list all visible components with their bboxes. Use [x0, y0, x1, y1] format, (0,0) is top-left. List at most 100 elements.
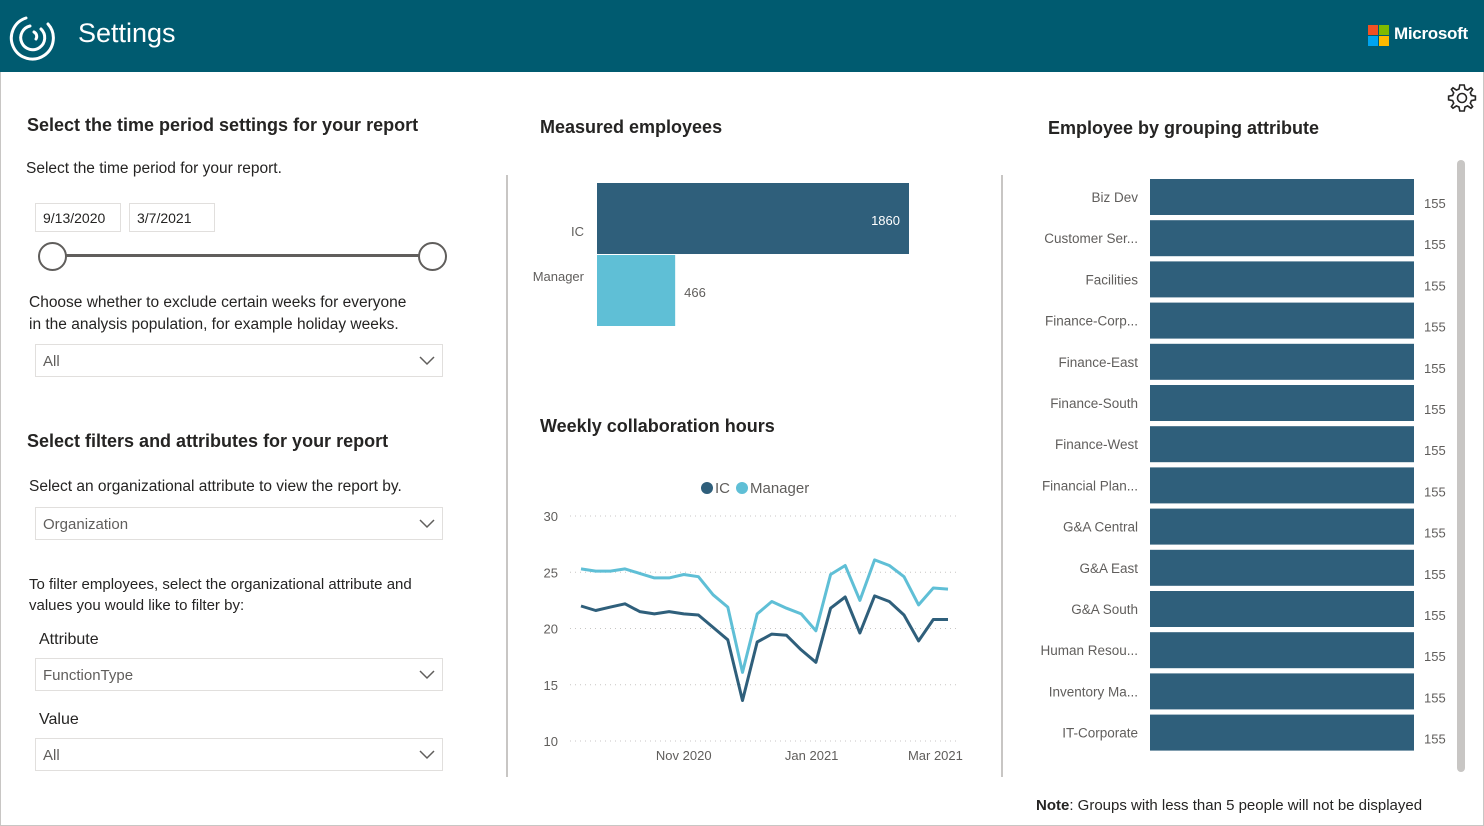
y-tick-label: 25 — [544, 565, 558, 580]
group-category-label: Financial Plan... — [1042, 478, 1138, 493]
chevron-down-icon — [419, 356, 435, 366]
group-bar — [1150, 220, 1414, 257]
measured-category-label: Manager — [533, 269, 585, 284]
footnote: Note: Groups with less than 5 people wil… — [1036, 797, 1422, 814]
group-category-label: Biz Dev — [1091, 190, 1138, 205]
group-value-label: 155 — [1424, 443, 1446, 458]
exclude-weeks-dropdown[interactable]: All — [35, 344, 443, 377]
group-category-label: Inventory Ma... — [1049, 684, 1138, 699]
microsoft-brand-label: Microsoft — [1394, 24, 1468, 43]
collab-hours-title: Weekly collaboration hours — [540, 416, 775, 436]
group-value-label: 155 — [1424, 278, 1446, 293]
exclude-weeks-value: All — [43, 353, 60, 370]
viva-insights-logo-icon — [9, 16, 55, 61]
group-category-label: Finance-South — [1050, 396, 1138, 411]
y-tick-label: 20 — [544, 622, 558, 637]
group-value-label: 155 — [1424, 732, 1446, 747]
measured-employees-title: Measured employees — [540, 117, 723, 137]
group-value-label: 155 — [1424, 484, 1446, 499]
exclude-weeks-text-line2: in the analysis population, for example … — [29, 316, 399, 333]
group-bar — [1150, 426, 1414, 463]
date-range-slider-track[interactable] — [53, 254, 433, 257]
x-tick-label: Nov 2020 — [656, 748, 712, 763]
group-category-label: Finance-Corp... — [1045, 314, 1138, 329]
group-bar — [1150, 467, 1414, 504]
group-value-label: 155 — [1424, 361, 1446, 376]
grouping-chart: Biz Dev 155 Customer Ser... 155 Facilities 15… — [1040, 179, 1446, 751]
grouping-chart-scrollbar[interactable] — [1457, 160, 1465, 772]
x-tick-label: Jan 2021 — [785, 748, 839, 763]
measured-category-label: IC — [571, 224, 584, 239]
group-bar — [1150, 549, 1414, 586]
gear-icon[interactable] — [1446, 82, 1478, 114]
series-line-manager — [580, 558, 949, 674]
chevron-down-icon — [419, 670, 435, 680]
footnote-prefix: Note — [1036, 797, 1070, 814]
divider-left — [506, 175, 508, 777]
time-period-instruction: Select the time period for your report. — [26, 160, 282, 177]
group-bar — [1150, 591, 1414, 627]
legend-marker-manager — [736, 482, 748, 494]
group-value-label: 155 — [1424, 196, 1446, 211]
date-range-end-handle[interactable] — [418, 242, 447, 271]
attribute-label: Attribute — [39, 631, 99, 648]
group-category-label: G&A East — [1079, 561, 1138, 576]
group-value-label: 155 — [1424, 649, 1446, 664]
legend-label-manager: Manager — [750, 480, 809, 497]
measured-employees-chart: IC 1860 Manager 466 — [533, 183, 909, 326]
time-period-heading: Select the time period settings for your… — [27, 115, 419, 135]
group-category-label: Facilities — [1085, 272, 1138, 287]
group-bar — [1150, 343, 1414, 380]
attribute-value: FunctionType — [43, 667, 134, 684]
group-category-label: Human Resou... — [1040, 643, 1138, 658]
group-value-label: 155 — [1424, 320, 1446, 335]
y-tick-label: 30 — [544, 509, 558, 524]
org-attribute-dropdown[interactable]: Organization — [35, 507, 443, 540]
series-line-ic — [580, 594, 948, 702]
value-dropdown[interactable]: All — [35, 738, 443, 771]
group-category-label: IT-Corporate — [1062, 726, 1138, 741]
microsoft-logo-icon — [1368, 25, 1389, 46]
group-category-label: Finance-East — [1058, 355, 1138, 370]
collab-hours-chart: 30 25 20 15 10 Nov 2020 Jan 2021 Mar 2021 IC Mana… — [544, 480, 963, 763]
start-date-input[interactable]: 9/13/2020 — [35, 203, 121, 232]
group-category-label: G&A South — [1071, 602, 1138, 617]
group-bar — [1150, 179, 1414, 215]
group-bar — [1150, 632, 1414, 669]
grouping-chart-title: Employee by grouping attribute — [1048, 118, 1320, 138]
measured-bar-manager — [597, 255, 676, 326]
value-value: All — [43, 747, 60, 764]
group-category-label: Customer Ser... — [1044, 231, 1138, 246]
app-header: Settings Microsoft — [0, 0, 1484, 72]
filters-heading: Select filters and attributes for your r… — [27, 431, 389, 451]
group-bar — [1150, 714, 1414, 751]
chevron-down-icon — [419, 750, 435, 760]
end-date-input[interactable]: 3/7/2021 — [129, 203, 215, 232]
y-tick-label: 15 — [544, 678, 558, 693]
group-bar — [1150, 508, 1414, 545]
org-attribute-value: Organization — [43, 516, 129, 533]
legend-label-ic: IC — [715, 480, 730, 497]
measured-bar-ic — [597, 183, 909, 254]
measured-value-label: 1860 — [871, 213, 900, 228]
group-category-label: Finance-West — [1055, 437, 1138, 452]
x-tick-label: Mar 2021 — [908, 748, 963, 763]
filter-instruction-line2: values you would like to filter by: — [29, 597, 245, 614]
chevron-down-icon — [419, 519, 435, 529]
group-value-label: 155 — [1424, 526, 1446, 541]
legend-marker-ic — [701, 482, 713, 494]
group-value-label: 155 — [1424, 402, 1446, 417]
footnote-text: : Groups with less than 5 people will no… — [1069, 797, 1423, 814]
date-range-start-handle[interactable] — [38, 242, 67, 271]
value-label: Value — [39, 711, 79, 728]
attribute-dropdown[interactable]: FunctionType — [35, 658, 443, 691]
divider-right — [1001, 175, 1003, 777]
page-title: Settings — [78, 18, 176, 48]
group-value-label: 155 — [1424, 608, 1446, 623]
group-category-label: G&A Central — [1063, 520, 1138, 535]
group-value-label: 155 — [1424, 567, 1446, 582]
measured-value-label: 466 — [684, 285, 706, 300]
filter-instruction-line1: To filter employees, select the organiza… — [29, 576, 412, 593]
group-bar — [1150, 673, 1414, 710]
group-bar — [1150, 261, 1414, 298]
